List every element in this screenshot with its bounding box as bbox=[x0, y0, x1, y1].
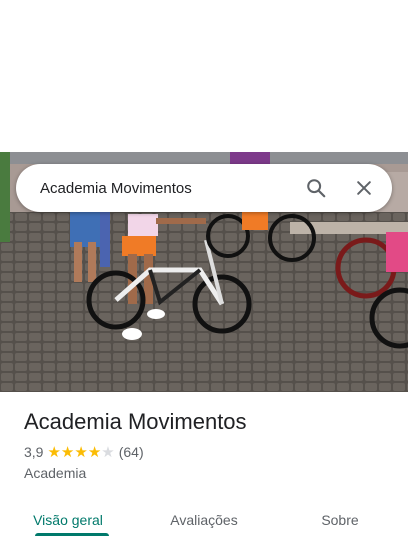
place-title: Academia Movimentos bbox=[24, 409, 247, 434]
review-count: (64) bbox=[118, 444, 144, 460]
tab-overview[interactable]: Visão geral bbox=[0, 496, 136, 544]
rating-value: 3,9 bbox=[24, 444, 44, 460]
place-category[interactable]: Academia bbox=[24, 463, 392, 483]
star-filled-icon: ★ bbox=[47, 443, 61, 461]
close-button[interactable] bbox=[340, 164, 388, 212]
tab-about[interactable]: Sobre bbox=[272, 496, 408, 544]
active-tab-indicator bbox=[35, 533, 109, 536]
star-filled-icon: ★ bbox=[60, 443, 75, 461]
tab-reviews[interactable]: Avaliações bbox=[136, 496, 272, 544]
star-filled-icon: ★ bbox=[74, 443, 88, 461]
place-info: Academia Movimentos 3,9 ★ ★ ★ ★ ★ (64) Acade… bbox=[24, 406, 392, 483]
close-icon bbox=[357, 181, 371, 195]
search-button[interactable] bbox=[292, 164, 340, 212]
tab-about-label: Sobre bbox=[321, 512, 359, 528]
tab-bar: Visão geral Avaliações Sobre bbox=[0, 496, 408, 544]
star-empty-icon: ★ bbox=[101, 443, 115, 461]
rating-row[interactable]: 3,9 ★ ★ ★ ★ ★ (64) bbox=[24, 442, 392, 462]
search-input[interactable]: Academia Movimentos bbox=[40, 180, 292, 197]
star-filled-icon: ★ bbox=[87, 443, 102, 461]
tab-reviews-label: Avaliações bbox=[170, 512, 238, 528]
search-icon bbox=[307, 179, 326, 198]
search-bar[interactable]: Academia Movimentos bbox=[16, 164, 392, 212]
tab-overview-label: Visão geral bbox=[33, 512, 103, 528]
rating-stars: ★ ★ ★ ★ ★ bbox=[47, 445, 114, 460]
